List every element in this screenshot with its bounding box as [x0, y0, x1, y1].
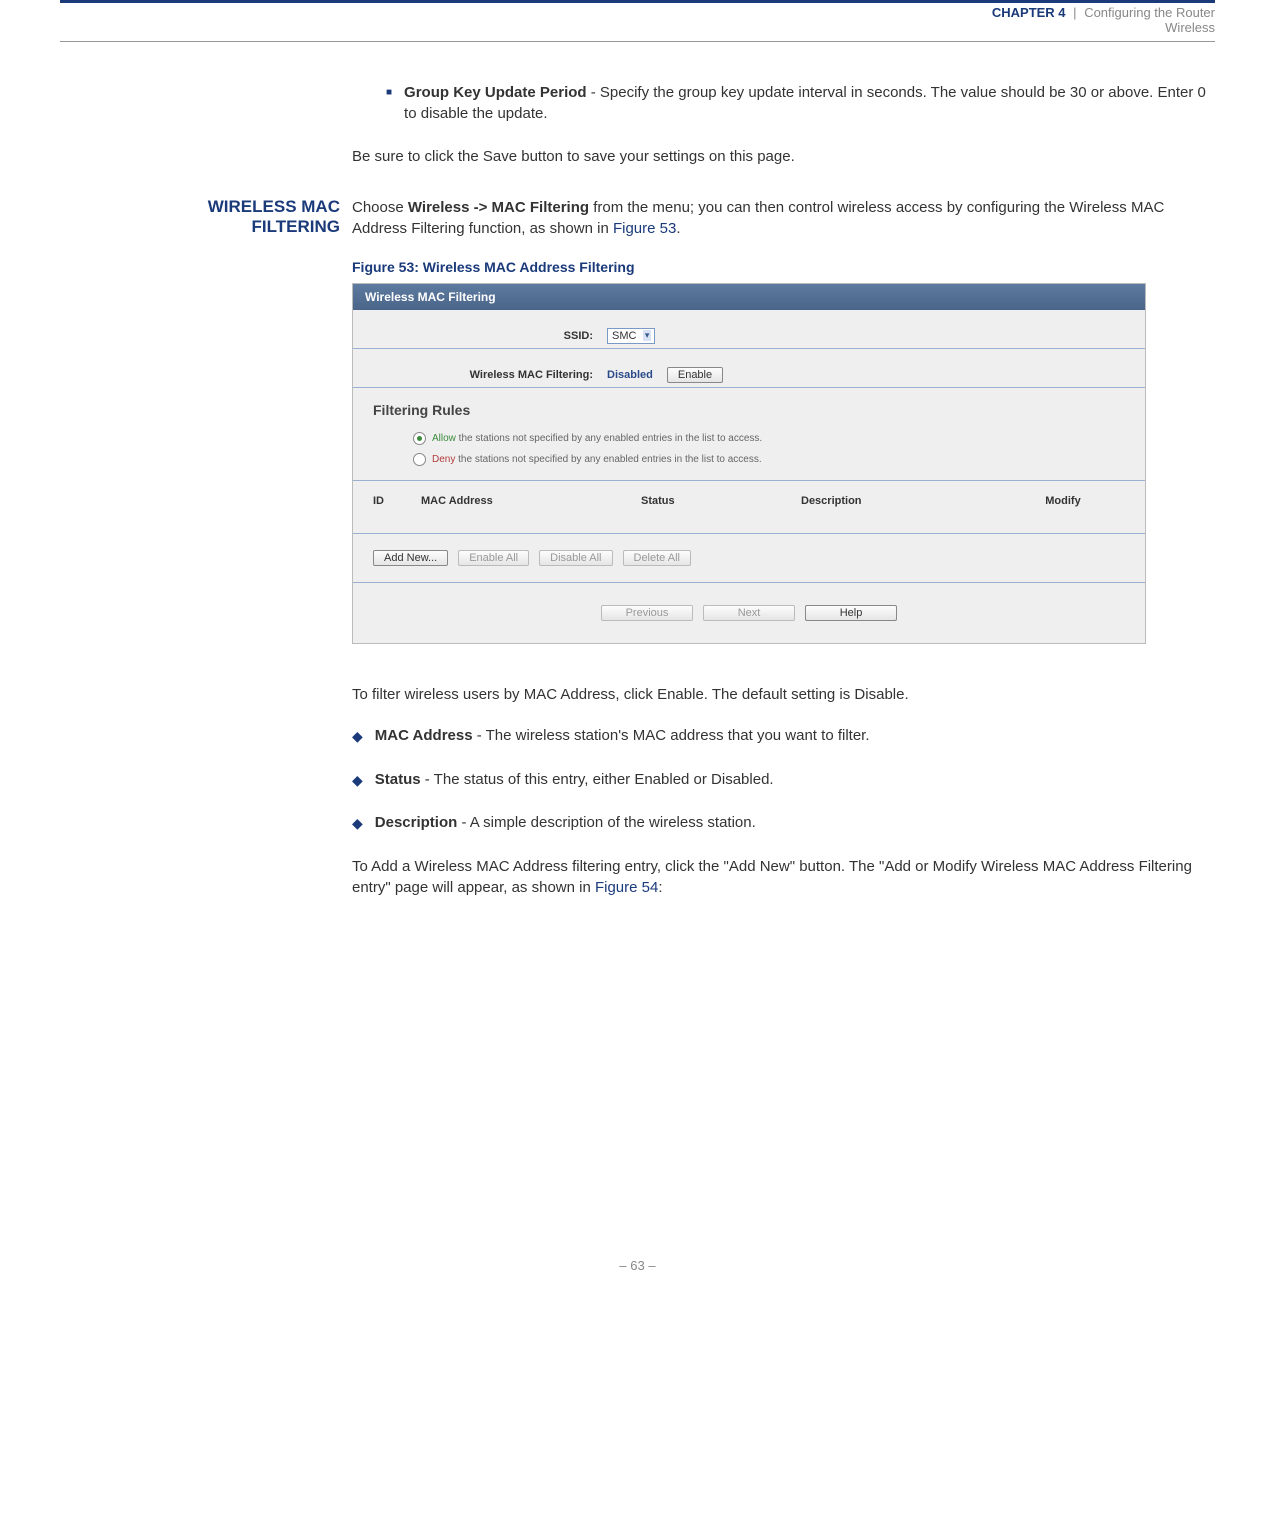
chapter-label: CHAPTER 4	[992, 5, 1066, 20]
previous-button[interactable]: Previous	[601, 605, 693, 621]
allow-rest: the stations not specified by any enable…	[456, 433, 762, 444]
page-header: CHAPTER 4 | Configuring the Router Wirel…	[60, 0, 1215, 42]
description-bullet: ◆ Description - A simple description of …	[352, 812, 1215, 834]
radio-icon-unselected	[413, 453, 426, 466]
enable-button[interactable]: Enable	[667, 367, 723, 383]
group-key-bullet: ■ Group Key Update Period - Specify the …	[386, 82, 1215, 124]
ssid-select[interactable]: SMC	[607, 328, 655, 344]
screenshot-container: Wireless MAC Filtering SSID: SMC Wireles…	[352, 283, 1146, 644]
figure54-link[interactable]: Figure 54	[595, 879, 658, 896]
th-mac: MAC Address	[421, 495, 641, 507]
th-modify: Modify	[1001, 495, 1125, 507]
ssid-label: SSID:	[373, 330, 593, 342]
radio-icon-selected	[413, 432, 426, 445]
figure53-link[interactable]: Figure 53	[613, 220, 676, 237]
deny-rest: the stations not specified by any enable…	[455, 454, 761, 465]
th-status: Status	[641, 495, 801, 507]
mac-filtering-status: Disabled	[607, 369, 653, 381]
filtering-rules-block: Allow the stations not specified by any …	[353, 422, 1145, 481]
delete-all-button[interactable]: Delete All	[623, 550, 691, 566]
disable-all-button[interactable]: Disable All	[539, 550, 612, 566]
filtering-rules-heading: Filtering Rules	[353, 388, 1145, 422]
deny-radio-row[interactable]: Deny the stations not specified by any e…	[413, 449, 1125, 470]
ssid-row: SSID: SMC	[353, 310, 1145, 349]
square-bullet-icon: ■	[386, 86, 392, 124]
figure-caption: Figure 53: Wireless MAC Address Filterin…	[352, 259, 1215, 275]
section-heading: WIRELESS MAC FILTERING	[60, 197, 340, 238]
th-description: Description	[801, 495, 1001, 507]
post-screenshot-para: To filter wireless users by MAC Address,…	[352, 684, 1215, 705]
allow-radio-row[interactable]: Allow the stations not specified by any …	[413, 428, 1125, 449]
group-key-term: Group Key Update Period	[404, 84, 587, 101]
page-number: – 63 –	[0, 1258, 1275, 1293]
status-bullet: ◆ Status - The status of this entry, eit…	[352, 769, 1215, 791]
help-button[interactable]: Help	[805, 605, 897, 621]
allow-word: Allow	[432, 433, 456, 444]
header-subtitle: Wireless	[60, 20, 1215, 35]
save-note: Be sure to click the Save button to save…	[352, 146, 1215, 167]
diamond-bullet-icon: ◆	[352, 814, 363, 834]
header-separator: |	[1073, 5, 1076, 20]
mac-filtering-label: Wireless MAC Filtering:	[373, 369, 593, 381]
mac-filtering-row: Wireless MAC Filtering: Disabled Enable	[353, 349, 1145, 388]
mac-address-bullet: ◆ MAC Address - The wireless station's M…	[352, 725, 1215, 747]
deny-word: Deny	[432, 454, 455, 465]
action-button-row: Add New... Enable All Disable All Delete…	[353, 534, 1145, 583]
diamond-bullet-icon: ◆	[352, 727, 363, 747]
nav-button-row: Previous Next Help	[353, 583, 1145, 643]
section-intro-para: Choose Wireless -> MAC Filtering from th…	[352, 197, 1215, 239]
next-button[interactable]: Next	[703, 605, 795, 621]
th-id: ID	[373, 495, 421, 507]
chapter-title: Configuring the Router	[1084, 5, 1215, 20]
enable-all-button[interactable]: Enable All	[458, 550, 529, 566]
table-header: ID MAC Address Status Description Modify	[353, 481, 1145, 534]
closing-para: To Add a Wireless MAC Address filtering …	[352, 856, 1215, 898]
add-new-button[interactable]: Add New...	[373, 550, 448, 566]
screenshot-titlebar: Wireless MAC Filtering	[353, 284, 1145, 310]
diamond-bullet-icon: ◆	[352, 771, 363, 791]
